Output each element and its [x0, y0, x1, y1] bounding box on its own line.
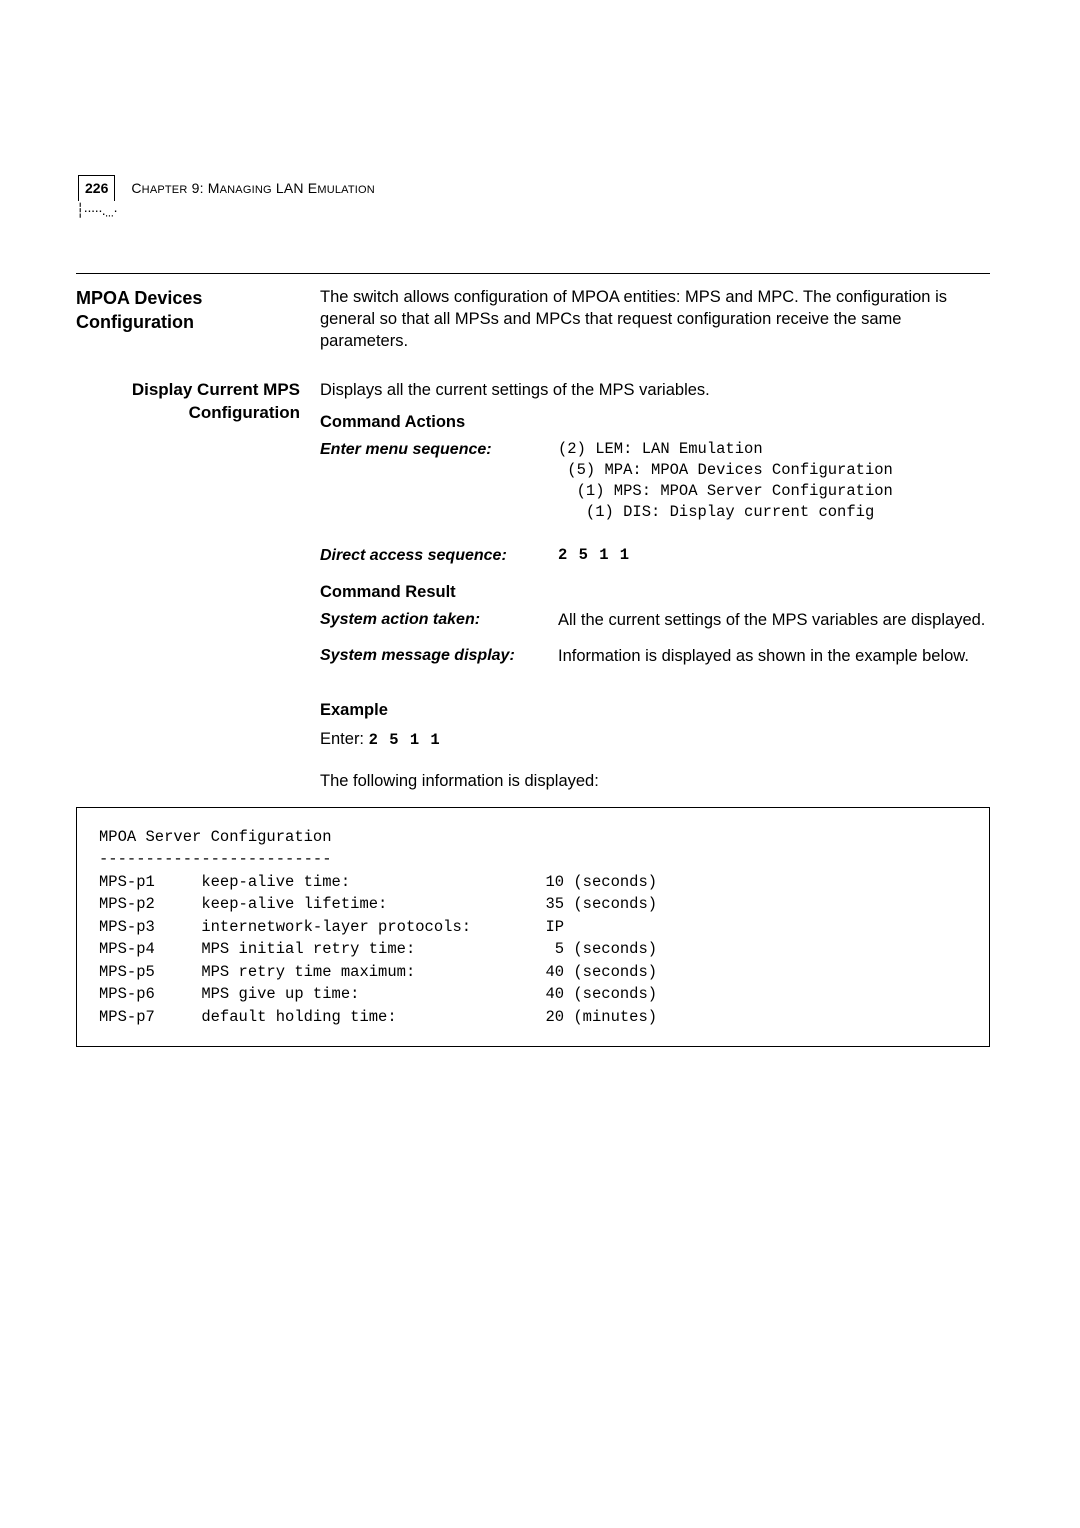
subsection-body: Displays all the current settings of the…	[320, 379, 990, 793]
command-actions-heading: Command Actions	[320, 411, 990, 433]
section-title-line2: Configuration	[76, 310, 300, 334]
direct-access-row: Direct access sequence: 2 5 1 1	[320, 545, 990, 567]
enter-menu-value: (2) LEM: LAN Emulation (5) MPA: MPOA Dev…	[558, 439, 990, 523]
subsection-title: Display Current MPS Configuration	[76, 379, 300, 793]
system-message-value: Information is displayed as shown in the…	[558, 645, 990, 667]
chapter-rest2: ANAGING	[220, 184, 272, 196]
subsection-title-line1: Display Current MPS	[76, 379, 300, 402]
spacer	[320, 537, 990, 545]
system-action-row: System action taken: All the current set…	[320, 609, 990, 631]
example-enter-prefix: Enter:	[320, 730, 369, 748]
command-result-heading: Command Result	[320, 581, 990, 603]
chapter-rest3: MULATION	[317, 184, 375, 196]
section-title-line1: MPOA Devices	[76, 286, 300, 310]
example-following: The following information is displayed:	[320, 770, 990, 792]
system-action-value: All the current settings of the MPS vari…	[558, 609, 990, 631]
enter-menu-row: Enter menu sequence: (2) LEM: LAN Emulat…	[320, 439, 990, 523]
section-title: MPOA Devices Configuration	[76, 286, 300, 353]
page-header: 226 CHAPTER 9: MANAGING LAN EMULATION	[76, 175, 990, 201]
chapter-rest1: HAPTER	[142, 184, 188, 196]
chapter-title: CHAPTER 9: MANAGING LAN EMULATION	[131, 175, 375, 198]
example-output-box: MPOA Server Configuration --------------…	[76, 807, 990, 1047]
page-number: 226	[78, 175, 115, 201]
subsection-intro: Displays all the current settings of the…	[320, 379, 990, 401]
spacer	[320, 681, 990, 689]
spacer	[76, 353, 990, 379]
dots-icon: ┆·····.····	[76, 201, 117, 224]
enter-menu-label: Enter menu sequence:	[320, 439, 548, 461]
main-content: MPOA Devices Configuration The switch al…	[76, 273, 990, 793]
chapter-mid: LAN E	[272, 180, 318, 196]
spacer	[320, 750, 990, 770]
example-enter-value: 2 5 1 1	[369, 731, 441, 749]
system-message-label: System message display:	[320, 645, 548, 667]
system-action-label: System action taken:	[320, 609, 548, 631]
subsection-title-line2: Configuration	[76, 402, 300, 425]
direct-access-label: Direct access sequence:	[320, 545, 548, 567]
example-enter-line: Enter: 2 5 1 1	[320, 728, 990, 751]
direct-access-value: 2 5 1 1	[558, 545, 990, 566]
section-intro: The switch allows configuration of MPOA …	[320, 286, 990, 353]
example-heading: Example	[320, 699, 990, 721]
chapter-num: 9: M	[188, 180, 220, 196]
section-rule	[76, 273, 990, 274]
chapter-c: C	[131, 180, 141, 196]
system-message-row: System message display: Information is d…	[320, 645, 990, 667]
